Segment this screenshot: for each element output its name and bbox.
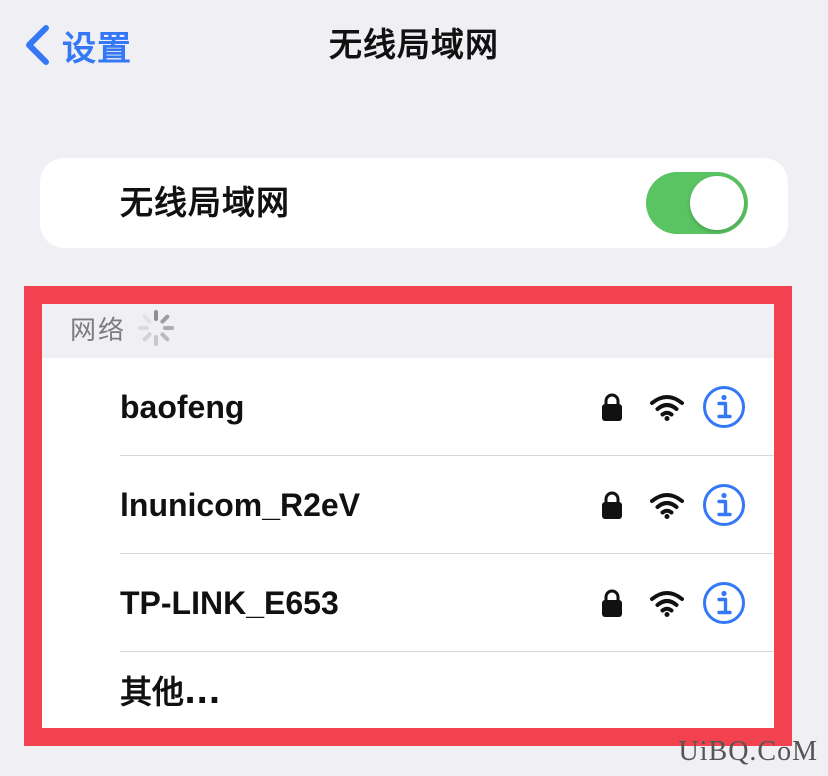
lock-icon <box>602 393 622 421</box>
wifi-toggle-switch[interactable] <box>646 172 748 234</box>
wifi-toggle-label: 无线局域网 <box>120 183 290 222</box>
lock-icon <box>602 491 622 519</box>
watermark: UiBQ.CoM <box>678 736 818 767</box>
network-name: lnunicom_R2eV <box>120 487 361 523</box>
loading-spinner-icon <box>138 310 175 346</box>
network-row[interactable]: TP-LINK_E653 <box>42 554 774 652</box>
wifi-signal-icon <box>650 493 684 519</box>
lock-icon <box>602 589 622 617</box>
info-icon[interactable] <box>702 581 746 625</box>
networks-header-label: 网络 <box>70 315 127 346</box>
network-name: TP-LINK_E653 <box>120 585 339 621</box>
info-icon[interactable] <box>702 385 746 429</box>
wifi-signal-icon <box>650 395 684 421</box>
networks-section-header: 网络 <box>70 306 176 350</box>
other-network-row[interactable]: 其他... <box>42 652 774 728</box>
network-row[interactable]: baofeng <box>42 358 774 456</box>
wifi-signal-icon <box>650 591 684 617</box>
other-network-label: 其他... <box>120 673 221 711</box>
network-row[interactable]: lnunicom_R2eV <box>42 456 774 554</box>
navigation-bar: 设置 无线局域网 <box>0 0 828 92</box>
network-list: baofeng lnunicom_R2eV TP-LINK_E653 其他... <box>42 358 774 728</box>
toggle-knob <box>690 176 744 230</box>
info-icon[interactable] <box>702 483 746 527</box>
network-name: baofeng <box>120 389 245 425</box>
page-title: 无线局域网 <box>329 25 499 64</box>
wifi-toggle-card: 无线局域网 <box>40 158 788 248</box>
